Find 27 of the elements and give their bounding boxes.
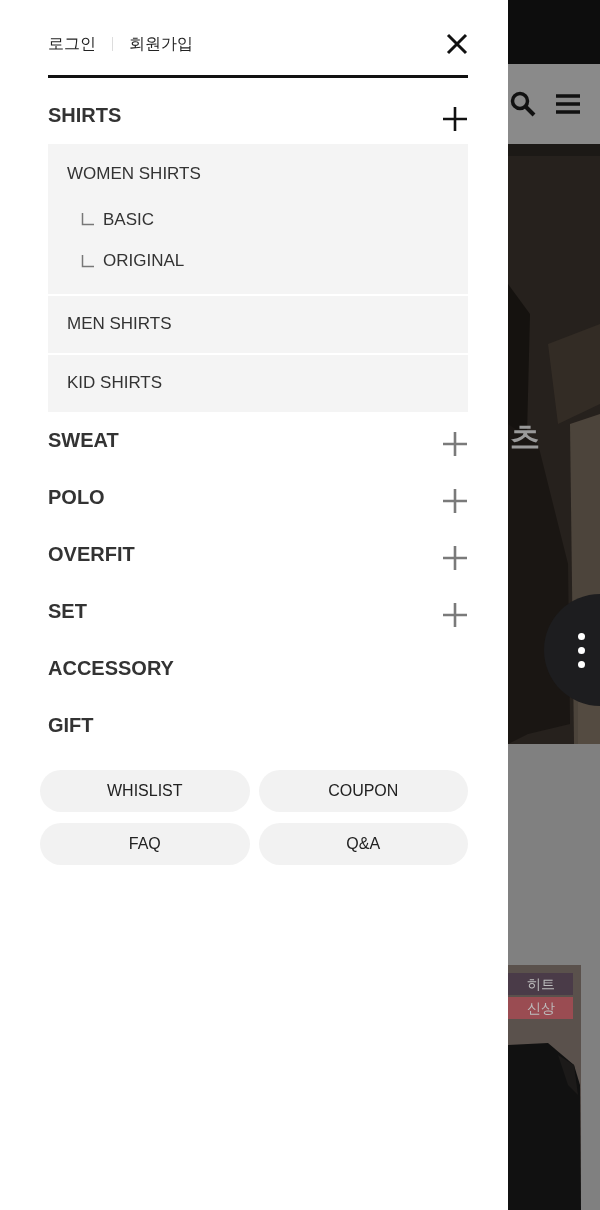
- shortcut-button[interactable]: FAQ: [40, 822, 250, 865]
- product-badge: 히트: [508, 973, 573, 995]
- shortcut-button[interactable]: Q&A: [258, 822, 468, 865]
- subcategory-link[interactable]: BASIC: [103, 206, 155, 232]
- shortcut-button[interactable]: COUPON: [258, 769, 468, 812]
- close-icon[interactable]: [446, 33, 468, 55]
- category-link[interactable]: POLO: [48, 482, 105, 512]
- category-link[interactable]: SHIRTS: [48, 100, 122, 130]
- subcategory-link[interactable]: WOMEN SHIRTS: [67, 164, 201, 183]
- auth-link[interactable]: 로그인: [48, 32, 96, 56]
- product-badge: 신상: [508, 997, 573, 1019]
- category-link[interactable]: OVERFIT: [48, 539, 135, 569]
- shortcut-button[interactable]: WHISLIST: [40, 769, 250, 812]
- subcategory-link[interactable]: KID SHIRTS: [67, 370, 163, 396]
- subcategory-link[interactable]: ORIGINAL: [103, 248, 185, 274]
- category-link[interactable]: SWEAT: [48, 425, 119, 455]
- category-link[interactable]: ACCESSORY: [48, 653, 174, 683]
- category-link[interactable]: SET: [48, 596, 87, 626]
- indent-corner-icon: [81, 212, 95, 227]
- menu-icon[interactable]: [556, 93, 580, 115]
- search-icon[interactable]: [510, 91, 536, 117]
- banner-text: 츠: [510, 422, 540, 452]
- plus-icon[interactable]: [442, 106, 468, 132]
- subcategory-link[interactable]: MEN SHIRTS: [67, 311, 172, 337]
- category-link[interactable]: GIFT: [48, 710, 94, 740]
- auth-link[interactable]: 회원가입: [129, 32, 193, 56]
- indent-corner-icon: [81, 253, 95, 268]
